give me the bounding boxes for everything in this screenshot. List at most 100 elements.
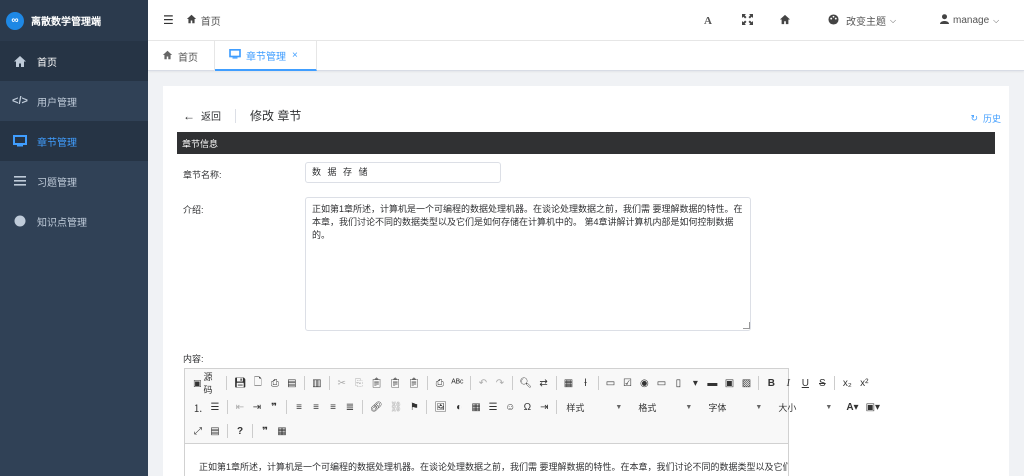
- brand: ∞ 离散数学管理端: [0, 0, 148, 41]
- toolbar-separator: [758, 376, 760, 390]
- sidebar-item-chapters[interactable]: 章节管理: [0, 121, 148, 161]
- paste-text-icon[interactable]: 📋︎: [387, 374, 403, 392]
- sidebar-item-users[interactable]: </> 用户管理: [0, 81, 148, 121]
- sidebar-item-exercises[interactable]: 习题管理: [0, 161, 148, 201]
- resize-handle-icon[interactable]: [743, 322, 750, 329]
- intro-textarea[interactable]: 正如第1章所述，计算机是一个可编程的数据处理机器。在谈论处理数据之前，我们需 要…: [305, 197, 751, 331]
- quote-icon[interactable]: ❞: [258, 422, 272, 440]
- font-size-icon[interactable]: A: [704, 15, 712, 27]
- align-center-icon[interactable]: ≡: [309, 398, 323, 416]
- redo-icon[interactable]: ↷: [493, 374, 507, 392]
- numbered-list-icon[interactable]: ⒈: [191, 398, 205, 416]
- select-icon[interactable]: ▾: [688, 374, 702, 392]
- toolbar-separator: [252, 424, 253, 438]
- format-dropdown[interactable]: 格式 ▼: [634, 399, 696, 415]
- cut-icon[interactable]: ✂: [335, 374, 349, 392]
- code-snippet-icon[interactable]: ▦: [275, 422, 289, 440]
- close-icon[interactable]: ×: [292, 50, 298, 61]
- strikethrough-icon[interactable]: S: [815, 374, 829, 392]
- styles-label: 样式: [566, 402, 585, 413]
- image-button-icon[interactable]: ▣: [722, 374, 736, 392]
- radio-icon[interactable]: ◉: [637, 374, 651, 392]
- italic-icon[interactable]: I: [781, 374, 795, 392]
- breadcrumb[interactable]: 首页: [186, 13, 221, 28]
- main-card: ← 返回 修改 章节 ↻ 历史 章节信息 章节名称: 数 据 存 储 介绍: 正…: [163, 86, 1009, 476]
- select-all-icon[interactable]: ▦: [562, 374, 576, 392]
- new-page-icon[interactable]: 🗋︎: [251, 374, 265, 392]
- flash-icon[interactable]: ◐: [452, 398, 466, 416]
- anchor-icon[interactable]: ⚑: [407, 398, 421, 416]
- bold-icon[interactable]: B: [764, 374, 778, 392]
- maximize-icon[interactable]: ⤢: [191, 422, 205, 440]
- bulleted-list-icon[interactable]: ☰: [208, 398, 222, 416]
- theme-switcher[interactable]: 改变主题 ⌵: [828, 13, 902, 28]
- textarea-icon[interactable]: ▯: [671, 374, 685, 392]
- copy-icon[interactable]: ⎘: [352, 374, 366, 392]
- tag-home[interactable]: 首页: [148, 41, 215, 71]
- outdent-icon[interactable]: ⇤: [233, 398, 247, 416]
- page-break-icon[interactable]: ⇥: [537, 398, 551, 416]
- about-icon[interactable]: ?: [233, 422, 247, 440]
- show-blocks-icon[interactable]: ▤: [208, 422, 222, 440]
- superscript-icon[interactable]: x²: [857, 374, 871, 392]
- history-button[interactable]: ↻ 历史: [970, 112, 1001, 125]
- undo-icon[interactable]: ↶: [476, 374, 490, 392]
- unlink-icon[interactable]: ⛓: [388, 398, 405, 416]
- paste-icon[interactable]: 📋︎: [369, 374, 385, 392]
- sidebar-item-knowledge[interactable]: 知识点管理: [0, 201, 148, 241]
- special-char-icon[interactable]: Ω: [520, 398, 534, 416]
- table-icon[interactable]: ▦: [469, 398, 483, 416]
- align-right-icon[interactable]: ≡: [326, 398, 340, 416]
- chapter-name-input[interactable]: 数 据 存 储: [305, 162, 501, 183]
- toolbar-separator: [362, 400, 363, 414]
- home-icon[interactable]: [779, 14, 791, 28]
- paste-word-icon[interactable]: 📋︎: [406, 374, 422, 392]
- toolbar-separator: [470, 376, 471, 390]
- page-header: ← 返回 修改 章节: [183, 107, 301, 124]
- font-dropdown[interactable]: 字体 ▼: [704, 399, 766, 415]
- text-color-icon[interactable]: A▾: [844, 398, 860, 416]
- align-left-icon[interactable]: ≡: [292, 398, 306, 416]
- breadcrumb-label: 首页: [200, 16, 221, 28]
- fullscreen-icon[interactable]: [742, 13, 753, 28]
- smiley-icon[interactable]: ☺: [503, 398, 517, 416]
- indent-icon[interactable]: ⇥: [250, 398, 264, 416]
- size-dropdown[interactable]: 大小 ▼: [774, 399, 836, 415]
- print-icon[interactable]: ⎙: [433, 374, 447, 392]
- sidebar-item-home[interactable]: 首页: [0, 41, 148, 81]
- checkbox-icon[interactable]: ☑: [620, 374, 634, 392]
- styles-dropdown[interactable]: 样式 ▼: [562, 399, 626, 415]
- hamburger-icon[interactable]: ☰: [163, 13, 174, 27]
- underline-icon[interactable]: U: [798, 374, 812, 392]
- tag-chapters[interactable]: 章节管理 ×: [215, 41, 317, 71]
- find-icon[interactable]: 🔍︎: [518, 374, 534, 392]
- tags-view: 首页 章节管理 ×: [148, 41, 1024, 71]
- editor-content[interactable]: 正如第1章所述，计算机是一个可编程的数据处理机器。在谈论处理数据之前，我们需 要…: [185, 443, 788, 476]
- button-icon[interactable]: ▬: [705, 374, 719, 392]
- section-header: 章节信息: [177, 132, 995, 154]
- text-field-icon[interactable]: ▭: [654, 374, 668, 392]
- hidden-field-icon[interactable]: ▨: [739, 374, 753, 392]
- replace-icon[interactable]: ⇄: [537, 374, 551, 392]
- horizontal-rule-icon[interactable]: ☰: [486, 398, 500, 416]
- bg-color-icon[interactable]: ▣▾: [864, 398, 882, 416]
- chevron-down-icon: ▼: [685, 403, 693, 411]
- blockquote-icon[interactable]: ❞: [267, 398, 281, 416]
- remove-format-icon[interactable]: Ɨ: [579, 374, 593, 392]
- preview-icon[interactable]: ⎙: [268, 374, 282, 392]
- back-button[interactable]: ← 返回: [183, 108, 221, 124]
- user-menu[interactable]: manage ⌵: [940, 14, 1012, 27]
- link-icon[interactable]: 🔗︎: [368, 398, 385, 416]
- chevron-down-icon: ⌵: [890, 15, 897, 25]
- template-icon[interactable]: ▥: [310, 374, 324, 392]
- form-icon[interactable]: ▭: [603, 374, 617, 392]
- chevron-down-icon: ▼: [755, 403, 763, 411]
- save-icon[interactable]: 💾︎: [232, 374, 248, 392]
- rich-text-editor: ▣ 源码 💾︎ 🗋︎ ⎙ ▤ ▥ ✂ ⎘ 📋︎ 📋︎ 📋︎ ⎙ ᴬᴮᶜ ↶ ↷ …: [184, 368, 880, 476]
- source-button[interactable]: ▣ 源码: [191, 372, 221, 395]
- spellcheck-icon[interactable]: ᴬᴮᶜ: [450, 374, 465, 392]
- image-icon[interactable]: 🖼︎: [432, 398, 449, 416]
- align-justify-icon[interactable]: ≣: [343, 398, 357, 416]
- print-preview-icon[interactable]: ▤: [285, 374, 299, 392]
- subscript-icon[interactable]: x₂: [840, 374, 854, 392]
